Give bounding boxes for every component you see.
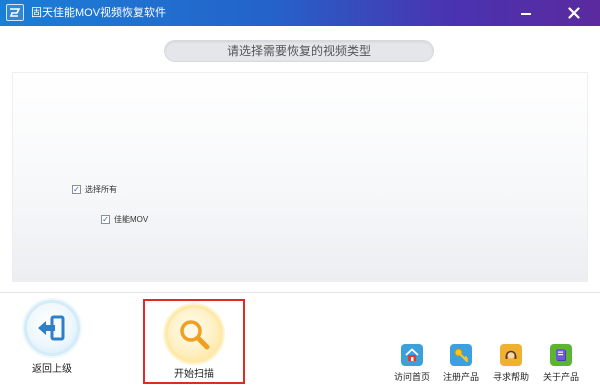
start-scan-button[interactable]: 开始扫描	[143, 299, 245, 384]
minimize-icon	[521, 13, 531, 15]
selection-prompt: 请选择需要恢复的视频类型	[164, 40, 434, 62]
register-label: 注册产品	[442, 372, 479, 382]
close-icon	[568, 7, 580, 19]
home-icon	[401, 344, 423, 366]
register-button[interactable]: 注册产品	[439, 344, 483, 383]
help-label: 寻求帮助	[492, 372, 529, 382]
visit-home-label: 访问首页	[393, 372, 430, 382]
about-label: 关于产品	[542, 372, 579, 382]
exit-door-icon	[24, 300, 80, 356]
video-type-panel: ✓ 选择所有 ✓ 佳能MOV	[12, 72, 588, 282]
select-all-option[interactable]: ✓ 选择所有	[72, 184, 117, 195]
start-scan-label: 开始扫描	[174, 369, 214, 380]
about-button[interactable]: 关于产品	[539, 344, 583, 383]
key-icon	[450, 344, 472, 366]
select-all-label: 选择所有	[85, 185, 117, 194]
select-all-checkbox[interactable]: ✓	[72, 185, 81, 194]
support-headset-icon	[500, 344, 522, 366]
visit-home-button[interactable]: 访问首页	[390, 344, 434, 383]
close-button[interactable]	[563, 3, 585, 23]
magnifier-icon	[165, 305, 223, 363]
canon-mov-label: 佳能MOV	[114, 215, 149, 224]
window-title: 固天佳能MOV视频恢复软件	[31, 7, 167, 19]
back-label: 返回上级	[32, 364, 72, 375]
canon-mov-option[interactable]: ✓ 佳能MOV	[101, 214, 148, 225]
help-button[interactable]: 寻求帮助	[489, 344, 533, 383]
canon-mov-checkbox[interactable]: ✓	[101, 215, 110, 224]
info-book-icon	[550, 344, 572, 366]
minimize-button[interactable]	[515, 3, 537, 23]
app-logo-icon	[6, 4, 24, 21]
back-button[interactable]: 返回上级	[18, 300, 86, 376]
footer-divider	[0, 292, 600, 293]
title-bar: 固天佳能MOV视频恢复软件	[0, 0, 600, 26]
